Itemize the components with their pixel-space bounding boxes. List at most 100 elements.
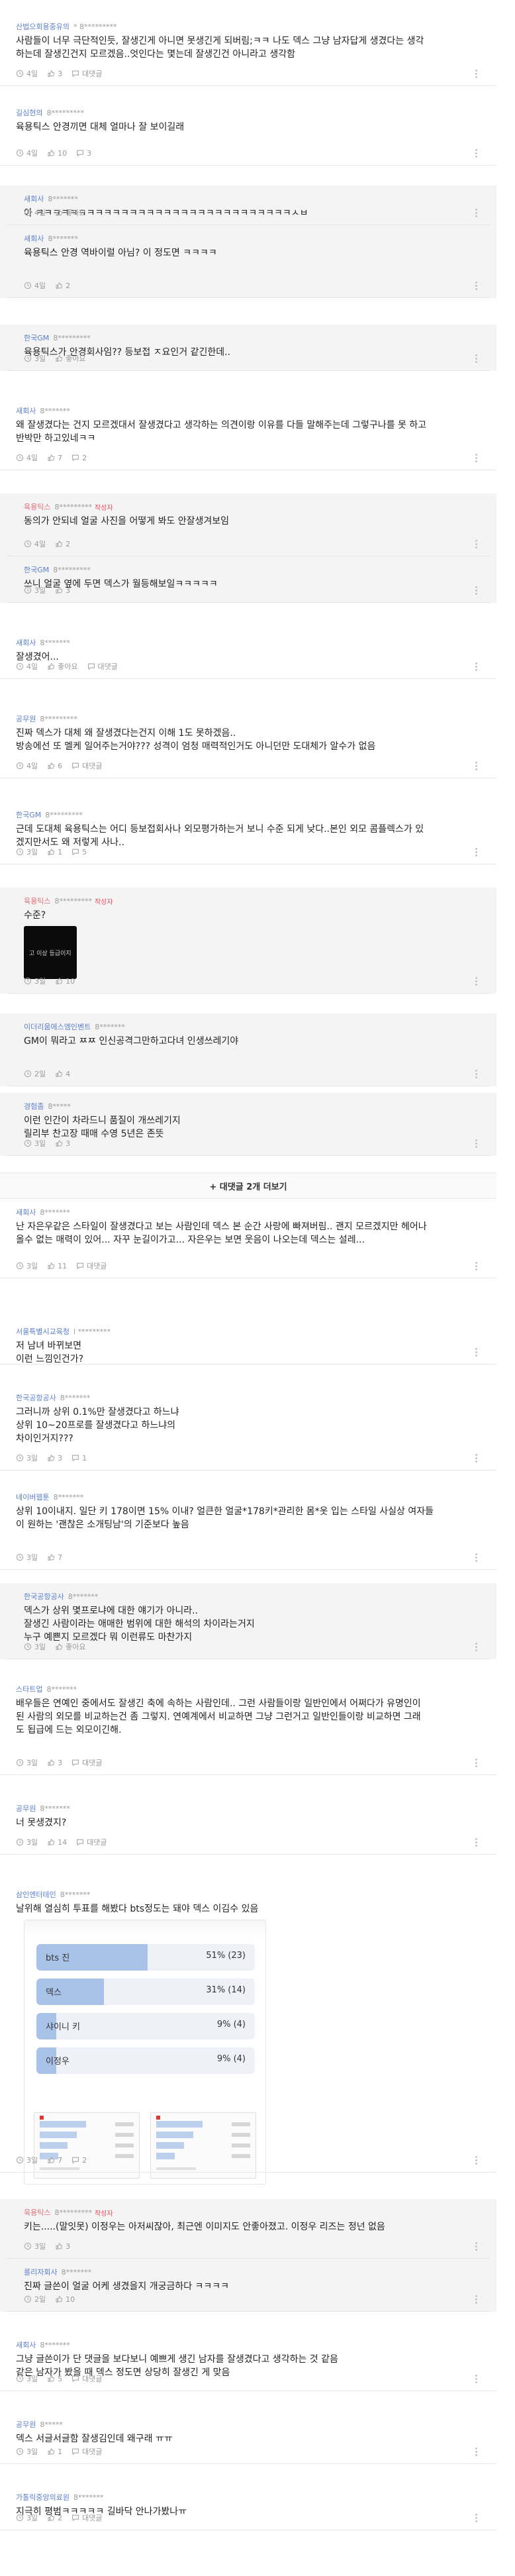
- more-options-icon[interactable]: [471, 69, 481, 78]
- author-company[interactable]: 새회사: [16, 637, 36, 648]
- like-button[interactable]: 5: [47, 2375, 62, 2383]
- like-count: 7: [58, 1553, 63, 1562]
- more-options-icon[interactable]: [471, 1758, 481, 1767]
- like-button[interactable]: 3: [47, 1759, 62, 1767]
- like-button[interactable]: 11: [47, 1262, 67, 1270]
- author-company[interactable]: 길심현의: [16, 107, 42, 118]
- like-button[interactable]: 3: [55, 2242, 70, 2251]
- reply-button[interactable]: 대댓글: [71, 760, 103, 771]
- like-button[interactable]: 좋아요: [47, 661, 78, 672]
- more-options-icon[interactable]: [471, 1261, 481, 1270]
- reply-button[interactable]: 1: [71, 1454, 87, 1463]
- more-options-icon[interactable]: [471, 539, 481, 548]
- author-company[interactable]: 스타트업: [16, 1684, 42, 1694]
- more-options-icon[interactable]: [471, 2155, 481, 2165]
- more-options-icon[interactable]: [471, 148, 481, 158]
- author-company[interactable]: 육용틱스: [24, 896, 50, 906]
- author-company[interactable]: 삼인엔터테인: [16, 1889, 56, 1900]
- author-company[interactable]: 새회사: [24, 233, 44, 244]
- reply-button[interactable]: 2: [71, 2156, 87, 2165]
- like-button[interactable]: 2: [55, 282, 70, 290]
- more-options-icon[interactable]: [471, 1642, 481, 1651]
- author-company[interactable]: 가톨릭중앙의료원: [16, 2492, 70, 2502]
- reply-button[interactable]: 대댓글: [71, 2373, 103, 2384]
- author-company[interactable]: 네이버웹툰: [16, 1492, 50, 1502]
- author-company[interactable]: 새회사: [16, 1207, 36, 1217]
- more-options-icon[interactable]: [471, 1139, 481, 1148]
- load-more-replies-button[interactable]: + 대댓글 2개 더보기: [0, 1172, 496, 1199]
- reply-button[interactable]: 대댓글: [71, 2512, 103, 2523]
- reply-button[interactable]: 대댓글: [71, 1757, 103, 1768]
- like-button[interactable]: 3: [55, 586, 70, 595]
- author-company[interactable]: 새회사: [24, 193, 44, 204]
- author-company[interactable]: 한국GM: [24, 564, 49, 575]
- author-company[interactable]: 이더리움에스엠인벤트: [24, 1021, 91, 1032]
- more-options-icon[interactable]: [471, 2447, 481, 2456]
- like-button[interactable]: 10: [47, 149, 67, 158]
- reply-button[interactable]: 대댓글: [71, 68, 103, 79]
- like-button[interactable]: 좋아요: [55, 207, 86, 218]
- like-button[interactable]: 3: [47, 1454, 62, 1463]
- reply-button[interactable]: 대댓글: [87, 661, 118, 672]
- like-button[interactable]: 7: [47, 454, 62, 462]
- reply-button[interactable]: 대댓글: [71, 2446, 103, 2457]
- author-company[interactable]: 공무원: [16, 2419, 36, 2430]
- reply-button[interactable]: 3: [76, 149, 91, 158]
- like-button[interactable]: 좋아요: [55, 1641, 86, 1652]
- author-company[interactable]: 육용틱스: [24, 2207, 50, 2218]
- comment-meta: 3일 좋아요: [24, 1642, 95, 1651]
- author-company[interactable]: 한국GM: [16, 809, 41, 820]
- like-button[interactable]: 3: [55, 1139, 70, 1148]
- more-options-icon[interactable]: [471, 1453, 481, 1463]
- author-company[interactable]: 산법으회용중유의: [16, 21, 70, 32]
- like-button[interactable]: 4: [55, 1070, 70, 1078]
- like-button[interactable]: 3: [47, 70, 62, 78]
- like-button[interactable]: 7: [47, 2156, 62, 2165]
- more-options-icon[interactable]: [471, 2513, 481, 2522]
- like-button[interactable]: 6: [47, 762, 62, 770]
- more-options-icon[interactable]: [471, 208, 481, 217]
- like-button[interactable]: 14: [47, 1838, 67, 1847]
- author-company[interactable]: 한국공항공사: [24, 1591, 64, 1602]
- more-options-icon[interactable]: [471, 586, 481, 595]
- more-options-icon[interactable]: [471, 847, 481, 856]
- more-options-icon[interactable]: [471, 2294, 481, 2304]
- like-button[interactable]: 1: [47, 2447, 62, 2456]
- attached-image[interactable]: 고 이상 등급이지: [24, 926, 77, 979]
- author-company[interactable]: 공무원: [16, 1803, 36, 1814]
- more-options-icon[interactable]: [471, 1069, 481, 1078]
- author-id: l *********: [73, 1327, 111, 1336]
- like-button[interactable]: 10: [55, 977, 75, 986]
- more-options-icon[interactable]: [471, 1347, 481, 1357]
- author-company[interactable]: 새회사: [16, 2340, 36, 2350]
- author-company[interactable]: 공무원: [16, 713, 36, 724]
- author-company[interactable]: 경험좀: [24, 1101, 44, 1111]
- more-options-icon[interactable]: [471, 2374, 481, 2383]
- more-options-icon[interactable]: [471, 662, 481, 671]
- reply-button[interactable]: 5: [71, 848, 87, 856]
- author-company[interactable]: 롤리자회사: [24, 2267, 58, 2277]
- more-options-icon[interactable]: [471, 761, 481, 770]
- like-button[interactable]: 2: [55, 540, 70, 548]
- more-options-icon[interactable]: [471, 453, 481, 462]
- reply-button[interactable]: 2: [71, 454, 87, 462]
- more-options-icon[interactable]: [471, 354, 481, 363]
- author-company[interactable]: 육용틱스: [24, 501, 50, 512]
- like-button[interactable]: 7: [47, 1553, 62, 1562]
- author-company[interactable]: 한국공항공사: [16, 1392, 56, 1403]
- like-button[interactable]: 1: [47, 848, 62, 856]
- divider: [0, 678, 496, 679]
- like-button[interactable]: 10: [55, 2295, 75, 2304]
- more-options-icon[interactable]: [471, 2241, 481, 2251]
- reply-button[interactable]: 대댓글: [76, 1837, 107, 1847]
- more-options-icon[interactable]: [471, 281, 481, 290]
- reply-button[interactable]: 대댓글: [76, 1261, 107, 1271]
- more-options-icon[interactable]: [471, 1553, 481, 1562]
- author-company[interactable]: 서울특별시교육청: [16, 1326, 70, 1337]
- author-company[interactable]: 새회사: [16, 405, 36, 416]
- more-options-icon[interactable]: [471, 976, 481, 986]
- like-button[interactable]: 좋아요: [55, 353, 86, 364]
- author-company[interactable]: 한국GM: [24, 333, 49, 343]
- more-options-icon[interactable]: [471, 1837, 481, 1847]
- like-button[interactable]: 2: [47, 2514, 62, 2522]
